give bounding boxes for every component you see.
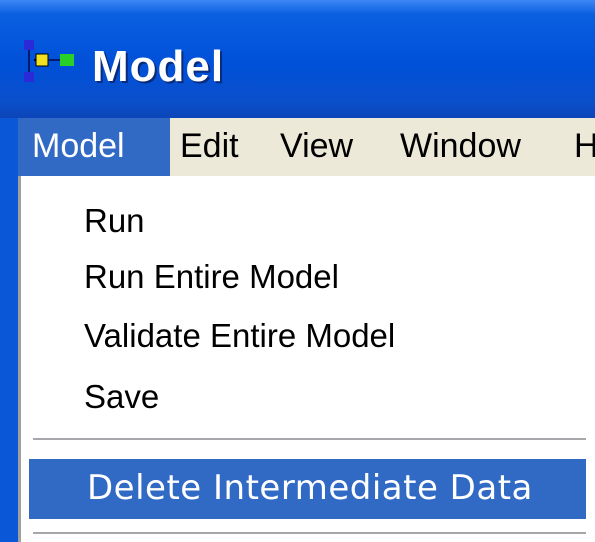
menu-item-label: Delete Intermediate Data	[87, 468, 533, 508]
window-left-border	[0, 118, 18, 542]
menu-separator-bottom	[33, 532, 586, 536]
menu-item-validate-entire-model[interactable]: Validate Entire Model	[84, 306, 395, 366]
menu-item-save[interactable]: Save	[84, 367, 159, 427]
window-title: Model	[92, 42, 225, 91]
menu-item-delete-intermediate-data[interactable]: Delete Intermediate Data	[29, 459, 586, 519]
menu-separator	[33, 438, 586, 442]
menu-model[interactable]: Model	[18, 118, 170, 176]
window-frame: Model Model Edit View Window H Run Run E…	[0, 0, 595, 542]
menu-help[interactable]: H	[574, 118, 595, 176]
model-dropdown-menu: Run Run Entire Model Validate Entire Mod…	[18, 176, 595, 542]
menu-view[interactable]: View	[280, 118, 353, 176]
menu-bar: Model Edit View Window H	[18, 118, 595, 176]
menu-window[interactable]: Window	[400, 118, 521, 176]
model-app-icon	[24, 40, 74, 82]
menu-item-run-entire-model[interactable]: Run Entire Model	[84, 247, 339, 307]
menu-edit[interactable]: Edit	[180, 118, 239, 176]
menu-item-run[interactable]: Run	[84, 191, 145, 251]
title-bar[interactable]: Model	[0, 0, 595, 118]
